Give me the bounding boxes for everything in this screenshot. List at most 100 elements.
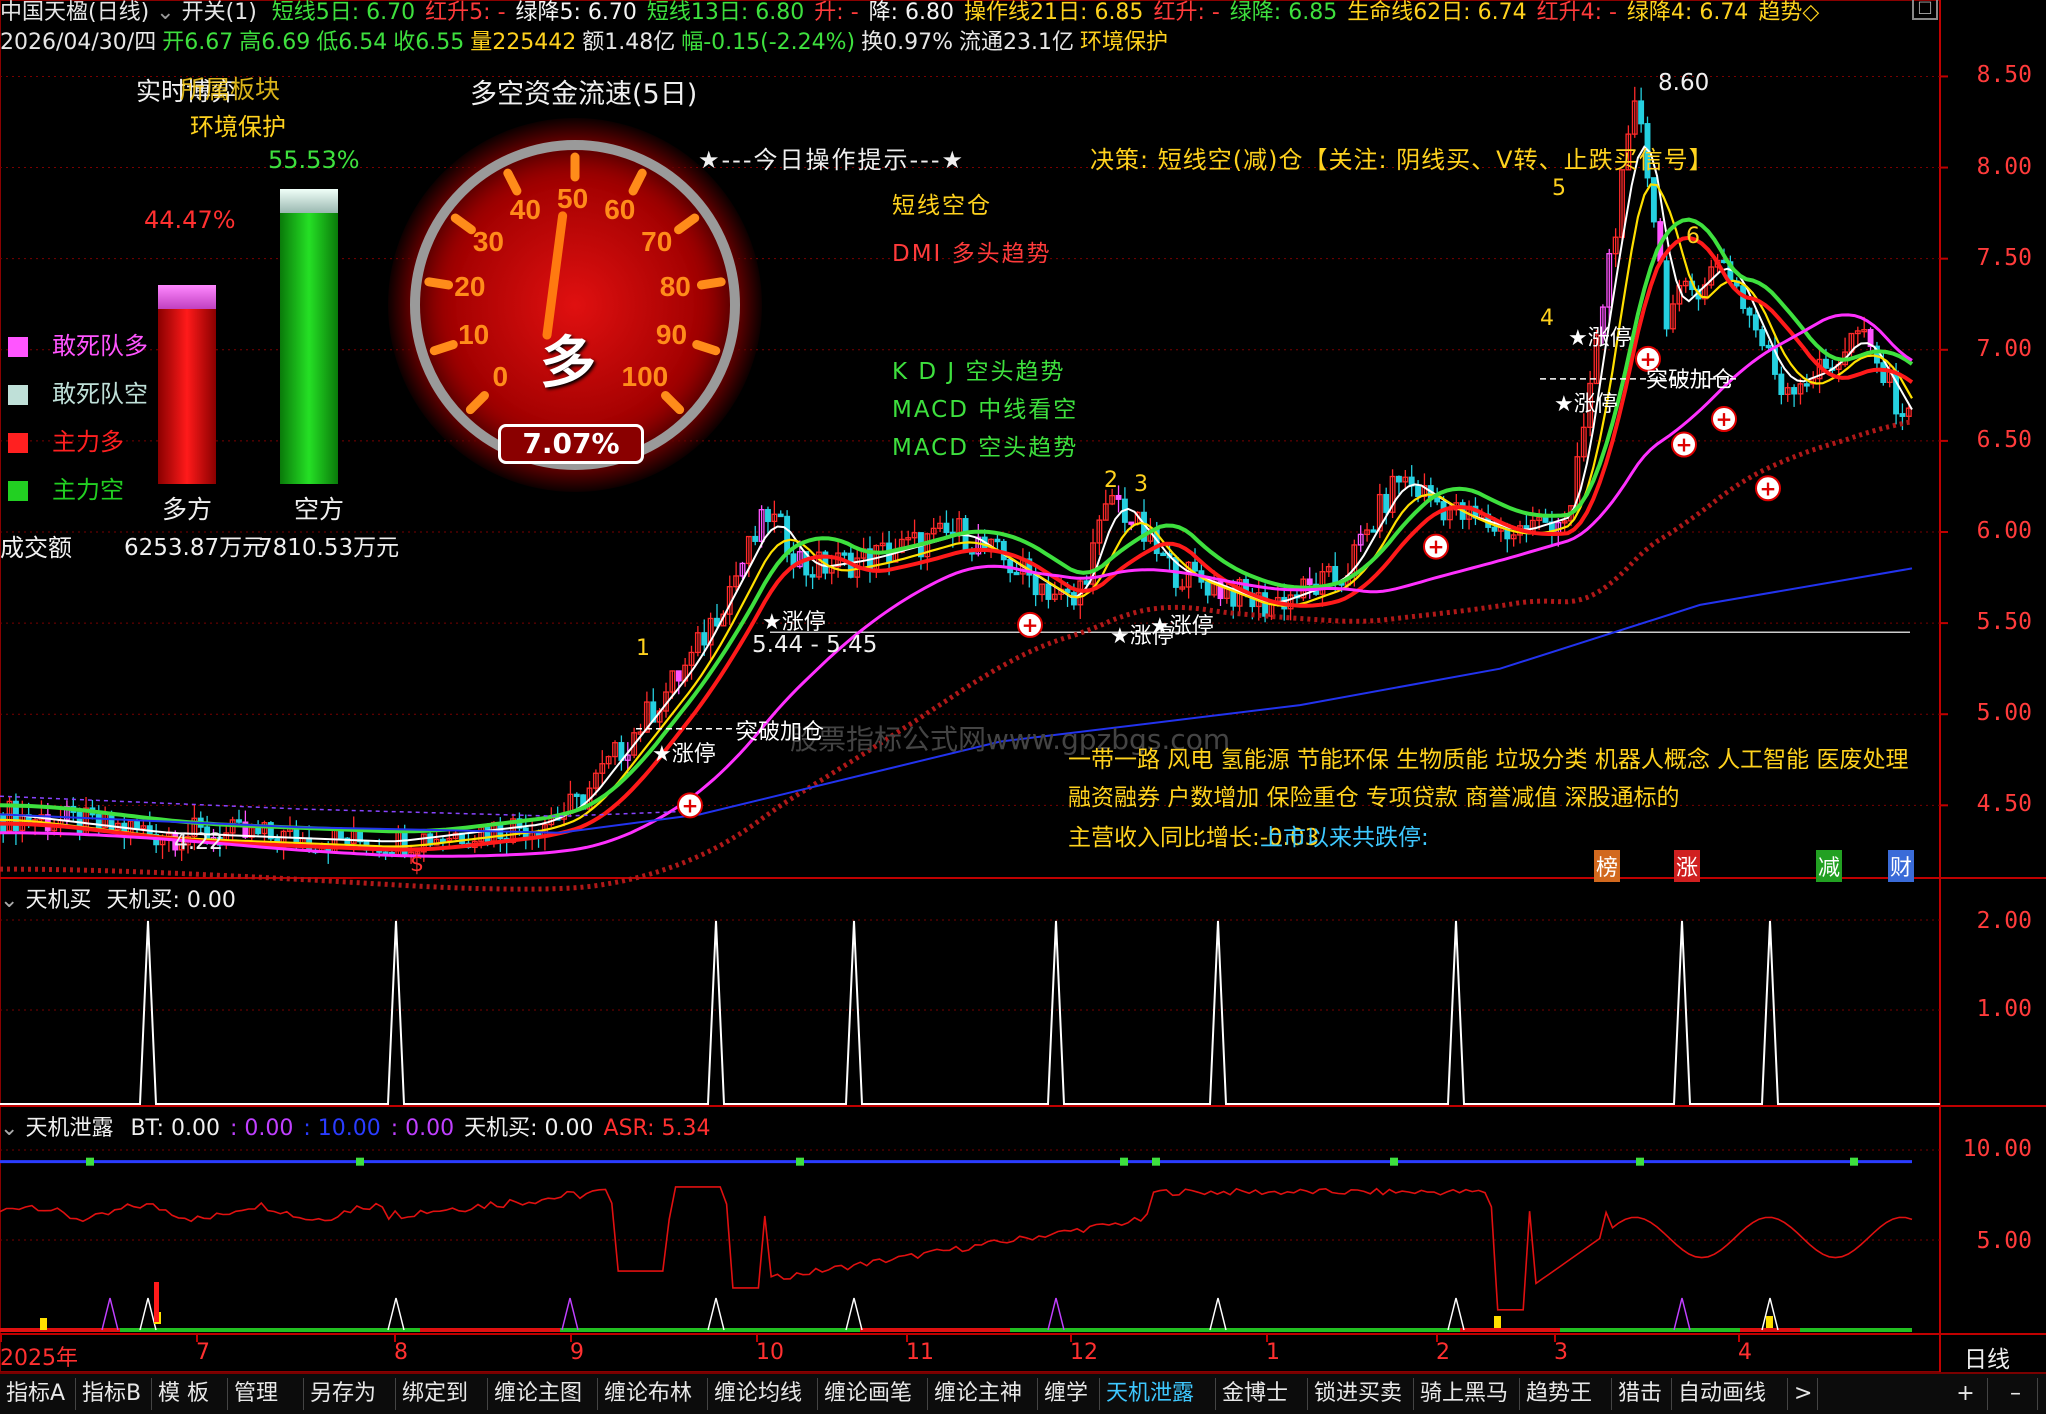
tab-indicator[interactable]: 趋势王 — [1520, 1378, 1612, 1410]
info-badge[interactable]: 榜 — [1594, 850, 1621, 882]
gauge-tick-label: 70 — [641, 225, 673, 257]
tab-indicator[interactable]: 猎击 — [1612, 1378, 1672, 1410]
candle-body — [1778, 373, 1785, 396]
gauge-title: 多空资金流速(5日) — [470, 79, 698, 110]
info-badge[interactable]: 减 — [1816, 850, 1843, 882]
limit-up-text: 涨停 — [781, 610, 826, 635]
candle-body — [994, 538, 1001, 543]
add-tab-button[interactable]: + — [1944, 1378, 1988, 1410]
panel2-title[interactable]: 天机买 — [25, 888, 91, 913]
panel3-value: : 0.00 — [229, 1116, 294, 1141]
candle-body — [1383, 493, 1390, 513]
panel3-value: 天机买: 0.00 — [464, 1116, 594, 1141]
panel2-axis-label: 2.00 — [1976, 908, 2032, 934]
tab-indicator[interactable]: 缠论主神 — [928, 1378, 1038, 1410]
stock-name[interactable]: 中国天楹(日线) — [0, 0, 149, 25]
candle-body — [701, 632, 708, 646]
header-metric: 红升: - — [1153, 0, 1220, 25]
wave-number: 4 — [1540, 306, 1554, 331]
candle-body — [1765, 344, 1772, 349]
panel2-chevron-icon[interactable]: ⌄ — [0, 888, 18, 913]
bear-amount: 7810.53万元 — [258, 535, 400, 561]
signal-triangle — [139, 1297, 157, 1331]
sector-overlap-title: 所属板块 — [180, 75, 281, 104]
tab-indicator[interactable]: > — [1788, 1378, 1818, 1410]
gauge-tick-label: 60 — [604, 194, 636, 226]
limit-up-label: ★涨停 — [1568, 320, 1632, 352]
legend-label: 敢死队空 — [52, 380, 148, 408]
signal-triangle — [561, 1297, 579, 1331]
gauge-center-text: 多 — [540, 331, 596, 396]
panel3-title[interactable]: 天机泄露 — [25, 1116, 113, 1141]
info-badge[interactable]: 涨 — [1674, 850, 1701, 882]
info-badge[interactable]: 财 — [1888, 850, 1915, 882]
header-metric: 短线5日: 6.70 — [271, 0, 416, 25]
gauge-tick — [429, 340, 458, 356]
tab-indicator[interactable]: 缠学 — [1038, 1378, 1100, 1410]
remove-tab-button[interactable]: – — [1994, 1378, 2038, 1410]
indicator-tab-bar: 指标A 指标B 模 板管理 另存为 绑定到 缠论主图 缠论布林 缠论均线 缠论画笔 缠论主神 缠学天… — [0, 1372, 2046, 1414]
header-metric: 生命线62日: 6.74 — [1347, 0, 1527, 25]
candle-body — [675, 670, 682, 682]
wave-number: 3 — [1134, 472, 1148, 497]
chevron-down-icon[interactable]: ⌄ — [156, 0, 174, 25]
panel3-chevron-icon[interactable]: ⌄ — [0, 1116, 18, 1141]
tab-indicator[interactable]: 指标A — [0, 1378, 76, 1410]
bear-label: 空方 — [294, 495, 345, 524]
candle-body — [1070, 592, 1077, 606]
star-icon: ★ — [762, 610, 782, 635]
gauge-tick — [661, 391, 685, 415]
gauge-value: 7.07% — [522, 427, 620, 460]
candle-body — [1491, 526, 1498, 532]
gauge-tick-label: 0 — [492, 360, 509, 392]
concepts-row-1: 一带一路 风电 氢能源 节能环保 生物质能 垃圾分类 机器人概念 人工智能 医废… — [1068, 747, 1909, 773]
tab-indicator[interactable]: 锁进买卖 — [1308, 1378, 1414, 1410]
header-metric: 短线13日: 6.80 — [646, 0, 805, 25]
close-chart-button[interactable]: □ — [1912, 0, 1938, 20]
low-price-marker: 4.22 — [174, 830, 223, 855]
bull-label: 多方 — [162, 495, 213, 524]
time-axis-label: 9 — [570, 1340, 584, 1365]
tab-indicator[interactable]: 天机泄露 — [1100, 1378, 1216, 1410]
panel3-value: : 10.00 — [303, 1116, 381, 1141]
quote-field: 额1.48亿 — [582, 30, 676, 55]
limit-up-label: ★涨停 — [652, 736, 716, 768]
signal-triangle — [387, 1297, 405, 1331]
sector-name: 环境保护 — [190, 113, 286, 141]
panel3-value: : 0.00 — [390, 1116, 455, 1141]
legend-item: 敢死队多 — [8, 326, 148, 361]
wave-number: 2 — [1104, 468, 1118, 493]
tab-indicator[interactable]: 模 板 — [152, 1378, 228, 1410]
tianji-buy-line — [0, 920, 1940, 1105]
limit-up-label: ★涨停 — [1554, 386, 1618, 418]
candle-body — [484, 826, 491, 842]
candle-body — [1262, 592, 1269, 617]
panel3-axis-label: 5.00 — [1976, 1228, 2032, 1254]
signal-triangle — [845, 1297, 863, 1331]
tab-indicator[interactable]: 管理 — [228, 1378, 304, 1410]
tab-indicator[interactable]: 缠论均线 — [708, 1378, 818, 1410]
quote-field: 高6.69 — [239, 30, 311, 55]
tab-indicator[interactable]: 骑上黑马 — [1414, 1378, 1520, 1410]
tab-indicator[interactable]: 缠论布林 — [598, 1378, 708, 1410]
signal-line: 短线空仓 — [892, 193, 992, 219]
signal-triangle — [1673, 1297, 1691, 1331]
signal-dot — [796, 1157, 804, 1166]
tab-indicator[interactable]: 缠论画笔 — [818, 1378, 928, 1410]
candle-body — [236, 819, 242, 823]
tab-indicator[interactable]: 另存为 — [304, 1378, 396, 1410]
tab-indicator[interactable]: 缠论主图 — [488, 1378, 598, 1410]
decision-text: 决策: 短线空(减)仓【关注: 阴线买、V转、止跌买信号】 — [1090, 146, 1714, 174]
signal-line: DMI 多头趋势 — [892, 241, 1052, 267]
buy-plus-glyph: + — [1022, 613, 1039, 637]
tab-indicator[interactable]: 金博士 — [1216, 1378, 1308, 1410]
time-axis-label: 4 — [1738, 1340, 1752, 1365]
tab-indicator[interactable]: 指标B — [76, 1378, 152, 1410]
tab-indicator[interactable]: 绑定到 — [396, 1378, 488, 1410]
indicator-switch[interactable]: 开关(1) — [182, 0, 257, 25]
tab-indicator[interactable]: 自动画线 — [1672, 1378, 1788, 1410]
period-label[interactable]: 日线 — [1964, 1340, 2010, 1374]
candle-body — [1746, 307, 1753, 316]
star-icon: ★ — [1568, 326, 1588, 351]
price-axis-label: 5.50 — [1976, 609, 2032, 636]
